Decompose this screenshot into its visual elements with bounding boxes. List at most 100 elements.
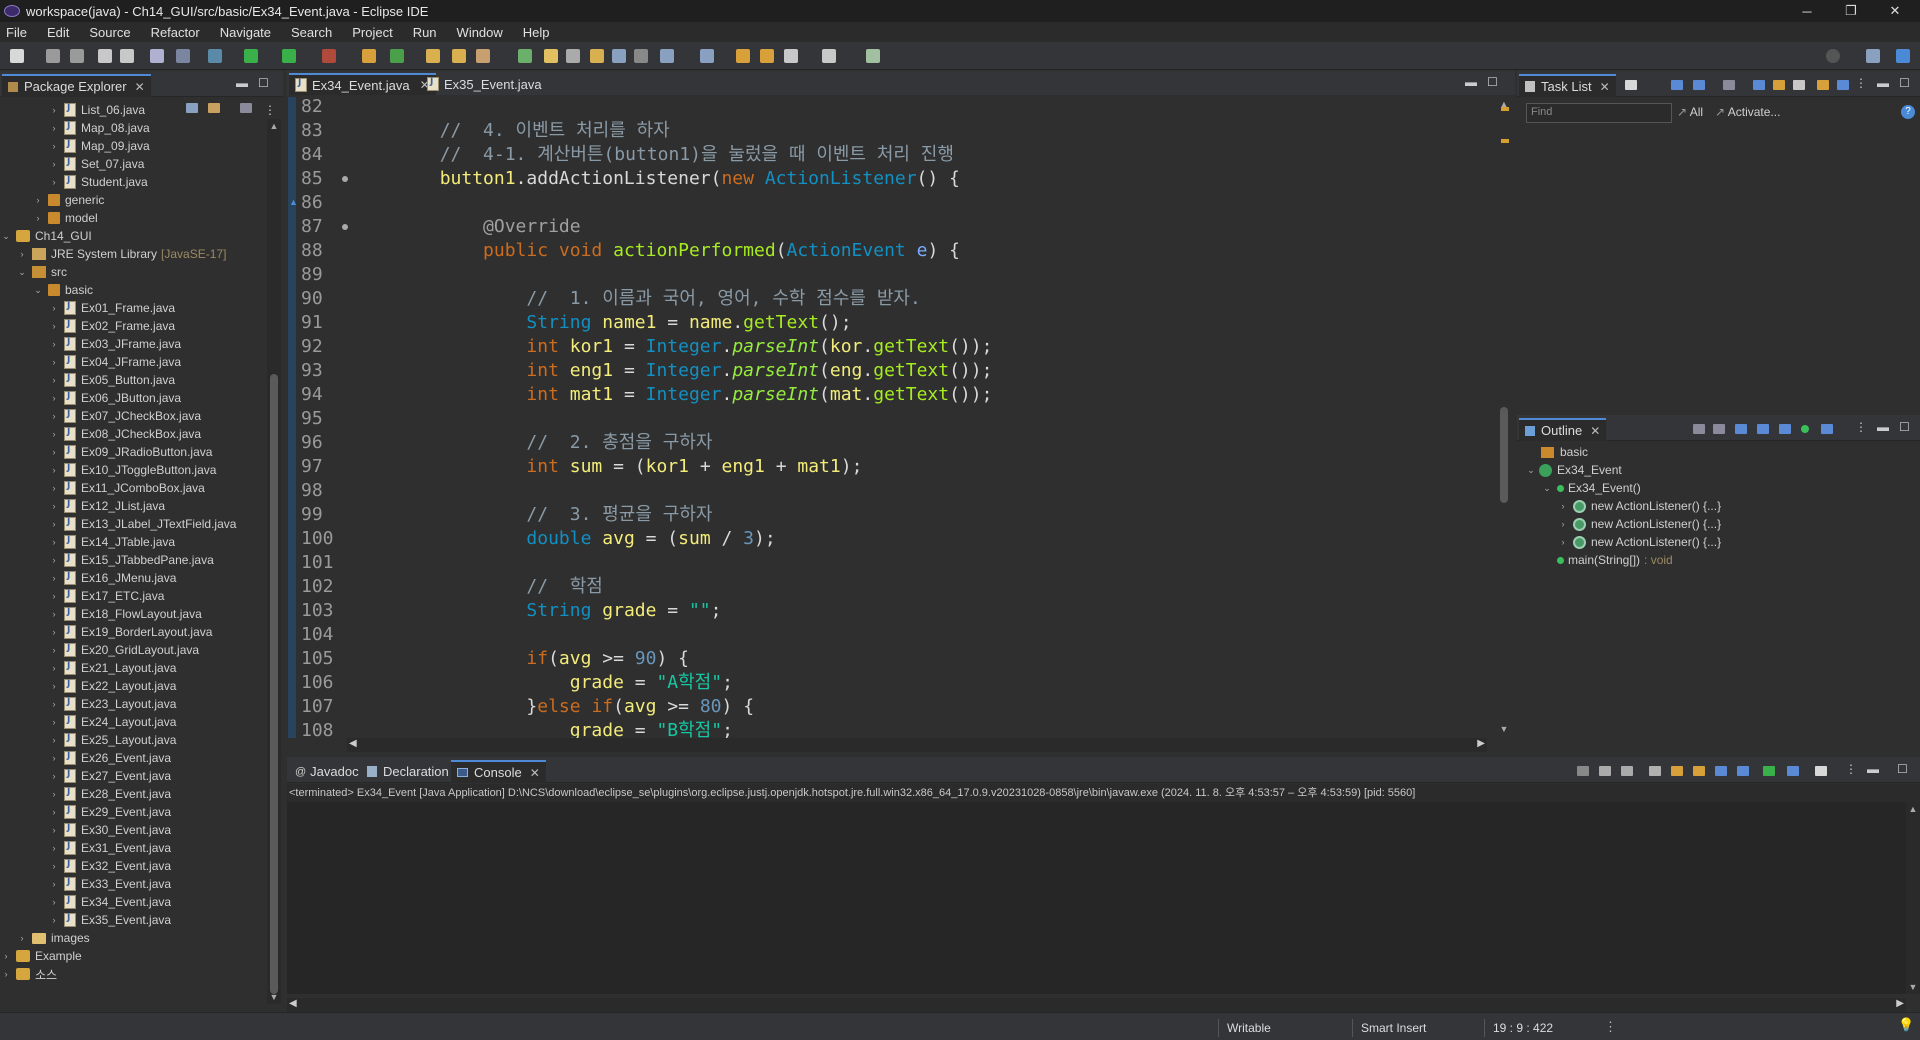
code-line[interactable]: public void actionPerformed(ActionEvent …: [353, 239, 960, 263]
chevron-right-icon[interactable]: ›: [32, 195, 44, 205]
chevron-right-icon[interactable]: ›: [48, 843, 60, 853]
tree-item[interactable]: › Ex21_Layout.java: [48, 659, 176, 677]
word-wrap-icon[interactable]: [1693, 766, 1705, 776]
tree-item[interactable]: › Ex29_Event.java: [48, 803, 171, 821]
scheduled-icon[interactable]: [1693, 80, 1705, 90]
chevron-right-icon[interactable]: ›: [48, 483, 60, 493]
chevron-right-icon[interactable]: ›: [48, 753, 60, 763]
tree-item[interactable]: › Ex26_Event.java: [48, 749, 171, 767]
open-console-icon[interactable]: [1815, 766, 1827, 776]
tree-item[interactable]: › Ex06_JButton.java: [48, 389, 181, 407]
menu-help[interactable]: Help: [523, 25, 550, 40]
close-icon[interactable]: ✕: [1590, 424, 1600, 438]
back-icon[interactable]: [784, 49, 798, 63]
tree-item[interactable]: ⌄ src: [16, 263, 67, 281]
chevron-right-icon[interactable]: ›: [48, 879, 60, 889]
menu-navigate[interactable]: Navigate: [220, 25, 271, 40]
view-menu-icon[interactable]: ⋮: [1855, 76, 1867, 90]
chevron-right-icon[interactable]: ›: [48, 501, 60, 511]
code-line[interactable]: String name1 = name.getText();: [353, 311, 851, 335]
chevron-right-icon[interactable]: ›: [48, 303, 60, 313]
scroll-left-icon[interactable]: ◀: [289, 998, 297, 1009]
fold-marker-icon[interactable]: [342, 224, 348, 230]
tree-item[interactable]: › Map_08.java: [48, 119, 150, 137]
debug-icon[interactable]: [208, 49, 222, 63]
chevron-right-icon[interactable]: ›: [1557, 537, 1569, 547]
status-menu-icon[interactable]: ⋮: [1604, 1019, 1617, 1035]
save-all-icon[interactable]: [70, 49, 84, 63]
new-class-icon[interactable]: [390, 49, 404, 63]
show-stderr-icon[interactable]: [1737, 766, 1749, 776]
link-icon[interactable]: [1837, 80, 1849, 90]
chevron-right-icon[interactable]: ›: [48, 177, 60, 187]
code-line[interactable]: int mat1 = Integer.parseInt(mat.getText(…: [353, 383, 992, 407]
tree-item[interactable]: › Set_07.java: [48, 155, 144, 173]
prev-annotation-icon[interactable]: [700, 49, 714, 63]
chevron-right-icon[interactable]: ›: [48, 573, 60, 583]
code-line[interactable]: // 2. 총점을 구하자: [353, 431, 712, 455]
pin-editor-icon[interactable]: [866, 49, 880, 63]
chevron-right-icon[interactable]: ›: [48, 357, 60, 367]
insert-mode-status[interactable]: Smart Insert: [1352, 1019, 1484, 1037]
chevron-right-icon[interactable]: ›: [48, 591, 60, 601]
collapse-all-icon[interactable]: [1693, 424, 1705, 434]
show-stdout-icon[interactable]: [1715, 766, 1727, 776]
chevron-right-icon[interactable]: ›: [48, 897, 60, 907]
tree-item[interactable]: › Ex23_Layout.java: [48, 695, 176, 713]
skip-breakpoints-icon[interactable]: [176, 49, 190, 63]
code-line[interactable]: int eng1 = Integer.parseInt(eng.getText(…: [353, 359, 992, 383]
chevron-right-icon[interactable]: ›: [48, 465, 60, 475]
outline-item[interactable]: ⌄ Ex34_Event: [1525, 461, 1622, 479]
tree-item[interactable]: › Ex33_Event.java: [48, 875, 171, 893]
tree-item[interactable]: › Student.java: [48, 173, 148, 191]
view-menu-icon[interactable]: ⋮: [1855, 420, 1867, 434]
tree-item[interactable]: › List_06.java: [48, 101, 145, 119]
tree-item[interactable]: › Ex31_Event.java: [48, 839, 171, 857]
scroll-right-icon[interactable]: ▶: [1896, 998, 1904, 1009]
close-window-button[interactable]: ✕: [1873, 0, 1917, 22]
hide-static-icon[interactable]: [1757, 424, 1769, 434]
java-perspective-icon[interactable]: [1896, 49, 1910, 63]
view-menu-icon[interactable]: ⋮: [264, 103, 276, 117]
toggle-block-icon[interactable]: [590, 49, 604, 63]
minimize-view-icon[interactable]: ▬: [236, 76, 248, 90]
chevron-right-icon[interactable]: ›: [48, 393, 60, 403]
chevron-right-icon[interactable]: ›: [48, 537, 60, 547]
editor-scroll-thumb[interactable]: [1500, 407, 1508, 503]
chevron-down-icon[interactable]: ⌄: [16, 267, 28, 278]
chevron-right-icon[interactable]: ›: [48, 699, 60, 709]
tree-item[interactable]: › Ex35_Event.java: [48, 911, 171, 929]
external-tools-icon[interactable]: [322, 49, 336, 63]
close-icon[interactable]: ✕: [1600, 80, 1610, 94]
scroll-up-icon[interactable]: ▲: [1906, 804, 1920, 814]
tree-item[interactable]: › Ex32_Event.java: [48, 857, 171, 875]
code-line[interactable]: }else if(avg >= 80) {: [353, 695, 754, 719]
display-console-icon[interactable]: [1787, 766, 1799, 776]
tree-item[interactable]: › JRE System Library [JavaSE-17]: [16, 245, 227, 263]
tree-item[interactable]: › Ex19_BorderLayout.java: [48, 623, 212, 641]
tree-item[interactable]: › model: [32, 209, 98, 227]
chevron-right-icon[interactable]: ›: [48, 807, 60, 817]
filter-all-link[interactable]: ↗ All: [1677, 105, 1703, 119]
remove-all-icon[interactable]: [1621, 766, 1633, 776]
chevron-right-icon[interactable]: ›: [48, 645, 60, 655]
tree-item[interactable]: › Ex30_Event.java: [48, 821, 171, 839]
open-task-icon[interactable]: [452, 49, 466, 63]
chevron-down-icon[interactable]: ⌄: [32, 285, 44, 296]
refresh-icon[interactable]: [1817, 80, 1829, 90]
task-find-input[interactable]: Find: [1526, 103, 1672, 123]
menu-search[interactable]: Search: [291, 25, 332, 40]
chevron-right-icon[interactable]: ›: [48, 681, 60, 691]
chevron-right-icon[interactable]: ›: [48, 159, 60, 169]
new-icon[interactable]: [10, 49, 24, 63]
menu-refactor[interactable]: Refactor: [151, 25, 200, 40]
tab-package-explorer[interactable]: Package Explorer ✕: [2, 74, 151, 97]
sort-icon[interactable]: [1713, 424, 1725, 434]
last-edit-icon[interactable]: [736, 49, 750, 63]
tree-item[interactable]: › Ex05_Button.java: [48, 371, 175, 389]
outline-item[interactable]: › new ActionListener() {...}: [1557, 497, 1722, 515]
menu-run[interactable]: Run: [413, 25, 437, 40]
tab-ex35-event[interactable]: Ex35_Event.java: [421, 73, 548, 95]
tree-item[interactable]: › Example: [0, 947, 82, 965]
annotation-icon[interactable]: [518, 49, 532, 63]
